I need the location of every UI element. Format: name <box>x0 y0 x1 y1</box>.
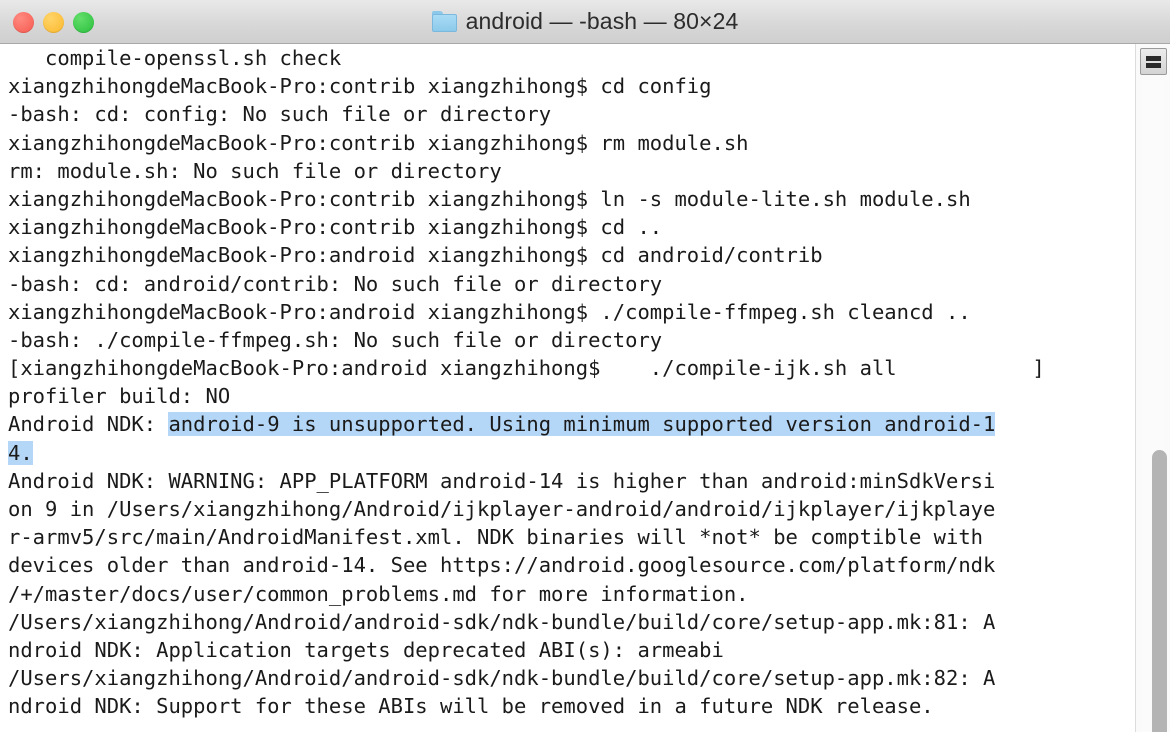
terminal-line-text: devices older than android-14. See https… <box>8 553 996 578</box>
terminal-line-text: on 9 in /Users/xiangzhihong/Android/ijkp… <box>8 497 996 521</box>
terminal-line: xiangzhihongdeMacBook-Pro:android xiangz… <box>0 298 1135 326</box>
scrollbar-thumb[interactable] <box>1152 450 1167 732</box>
terminal-line: -bash: cd: config: No such file or direc… <box>0 100 1135 128</box>
terminal-line: rm: module.sh: No such file or directory <box>0 157 1135 185</box>
scrollbar-column <box>1135 44 1170 732</box>
terminal-line: xiangzhihongdeMacBook-Pro:android xiangz… <box>0 241 1135 269</box>
terminal-line: Android NDK: android-9 is unsupported. U… <box>0 410 1135 438</box>
terminal-line-text: xiangzhihongdeMacBook-Pro:contrib xiangz… <box>8 74 712 99</box>
terminal-line-text: -bash: cd: config: No such file or direc… <box>8 102 552 127</box>
terminal-line-text: xiangzhihongdeMacBook-Pro:contrib xiangz… <box>8 186 971 211</box>
terminal-line-text: [xiangzhihongdeMacBook-Pro:android xiang… <box>8 356 1045 381</box>
terminal-line: /Users/xiangzhihong/Android/android-sdk/… <box>0 664 1135 692</box>
terminal-line: devices older than android-14. See https… <box>0 551 1135 579</box>
terminal-line-text: Android NDK: WARNING: APP_PLATFORM andro… <box>8 468 996 493</box>
terminal-line-text: ndroid NDK: Support for these ABIs will … <box>8 694 934 719</box>
scrollbar-track[interactable] <box>1142 80 1167 732</box>
terminal-line-text: profiler build: NO <box>8 384 231 409</box>
terminal-line: xiangzhihongdeMacBook-Pro:contrib xiangz… <box>0 72 1135 100</box>
terminal-line: profiler build: NO <box>0 382 1135 410</box>
terminal-line-text: xiangzhihongdeMacBook-Pro:android xiangz… <box>8 299 971 324</box>
terminal-line: r-armv5/src/main/AndroidManifest.xml. ND… <box>0 523 1135 551</box>
folder-icon <box>431 11 457 32</box>
terminal-line: xiangzhihongdeMacBook-Pro:contrib xiangz… <box>0 213 1135 241</box>
terminal-line-text: /+/master/docs/user/common_problems.md f… <box>8 581 749 606</box>
selected-text[interactable]: 4. <box>8 440 33 465</box>
terminal-line: 4. <box>0 439 1135 467</box>
terminal-line: xiangzhihongdeMacBook-Pro:contrib xiangz… <box>0 185 1135 213</box>
terminal-line: ndroid NDK: Support for these ABIs will … <box>0 692 1135 720</box>
terminal-line: Android NDK: WARNING: APP_PLATFORM andro… <box>0 467 1135 495</box>
terminal-line-text: r-armv5/src/main/AndroidManifest.xml. ND… <box>8 525 984 550</box>
selected-text[interactable]: android-9 is unsupported. Using minimum … <box>168 412 996 437</box>
terminal-line-text: /Users/xiangzhihong/Android/android-sdk/… <box>8 666 996 691</box>
terminal-line-text: /Users/xiangzhihong/Android/android-sdk/… <box>8 609 996 634</box>
window-controls <box>13 0 94 44</box>
terminal-line: -bash: ./compile-ffmpeg.sh: No such file… <box>0 326 1135 354</box>
split-pane-icon[interactable] <box>1140 48 1167 75</box>
minimize-button[interactable] <box>43 11 64 33</box>
terminal-line-text: xiangzhihongdeMacBook-Pro:contrib xiangz… <box>8 130 749 155</box>
zoom-button[interactable] <box>73 11 94 33</box>
terminal-line: compile-openssl.sh check <box>0 44 1135 72</box>
close-button[interactable] <box>13 11 34 33</box>
terminal-output[interactable]: compile-openssl.sh check xiangzhihongdeMa… <box>0 44 1135 732</box>
terminal-line: on 9 in /Users/xiangzhihong/Android/ijkp… <box>0 495 1135 523</box>
terminal-line-text: rm: module.sh: No such file or directory <box>8 158 502 183</box>
terminal-line-text: compile-openssl.sh check <box>8 46 342 70</box>
terminal-line-text: ndroid NDK: Application targets deprecat… <box>8 637 724 662</box>
terminal-window: android — -bash — 80×24 compile-openssl.… <box>0 0 1170 732</box>
terminal-line: /Users/xiangzhihong/Android/android-sdk/… <box>0 608 1135 636</box>
terminal-line-text: Android NDK: <box>8 412 169 437</box>
window-title: android — -bash — 80×24 <box>465 8 739 34</box>
terminal-body[interactable]: compile-openssl.sh check xiangzhihongdeMa… <box>0 44 1170 732</box>
terminal-line-text: xiangzhihongdeMacBook-Pro:android xiangz… <box>8 243 823 268</box>
terminal-line: /+/master/docs/user/common_problems.md f… <box>0 580 1135 608</box>
window-title-group: android — -bash — 80×24 <box>431 8 739 35</box>
terminal-line: [xiangzhihongdeMacBook-Pro:android xiang… <box>0 354 1135 382</box>
terminal-line: xiangzhihongdeMacBook-Pro:contrib xiangz… <box>0 129 1135 157</box>
terminal-line-text: -bash: ./compile-ffmpeg.sh: No such file… <box>8 327 663 352</box>
terminal-line-text: xiangzhihongdeMacBook-Pro:contrib xiangz… <box>8 215 663 240</box>
terminal-line-text: -bash: cd: android/contrib: No such file… <box>8 271 663 296</box>
window-titlebar[interactable]: android — -bash — 80×24 <box>0 0 1170 44</box>
terminal-line: ndroid NDK: Application targets deprecat… <box>0 636 1135 664</box>
terminal-line: -bash: cd: android/contrib: No such file… <box>0 270 1135 298</box>
